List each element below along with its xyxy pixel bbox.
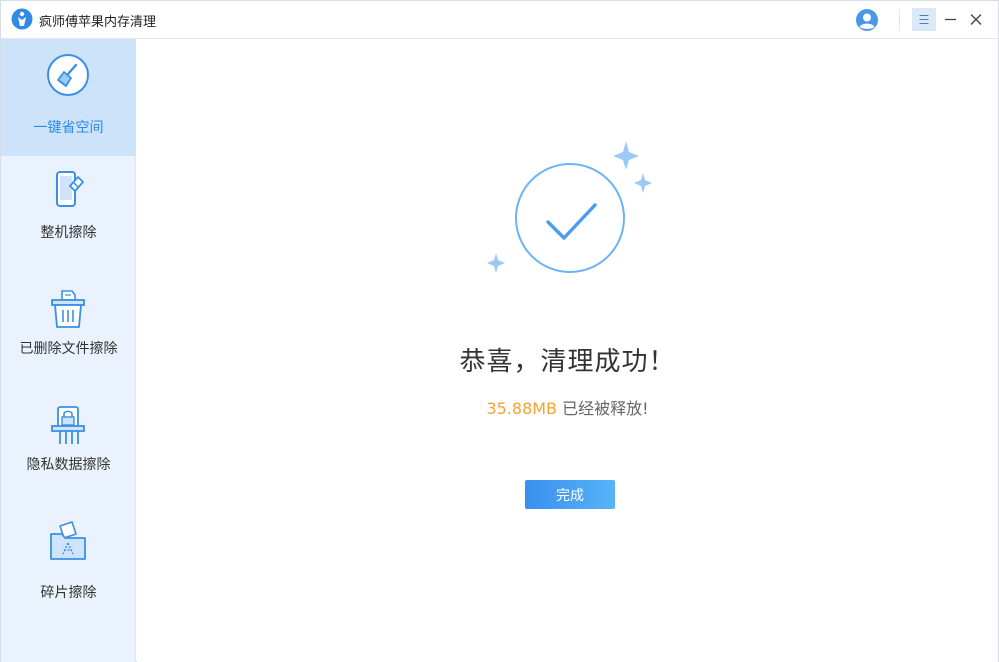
freed-size-value: 35.88MB — [486, 399, 558, 418]
freed-size-suffix: 已经被释放! — [557, 399, 649, 418]
phone-eraser-icon — [56, 171, 84, 207]
sidebar-item-label: 隐私数据擦除 — [26, 457, 111, 473]
sidebar-item-label: 一键省空间 — [33, 120, 104, 136]
sidebar-item-label: 整机擦除 — [40, 225, 97, 241]
menu-button[interactable] — [912, 8, 936, 31]
app-logo-icon — [11, 8, 33, 30]
sidebar-item-fragment-erase[interactable]: 碎片擦除 — [1, 504, 136, 644]
sparkle-icon — [634, 173, 652, 193]
folder-fragment-icon — [50, 521, 86, 560]
sidebar-item-deleted-files-erase[interactable]: 已删除文件擦除 — [1, 272, 136, 388]
sidebar: 一键省空间 整机擦除 已删除文件擦除 隐私数据擦除 碎片擦除 — [1, 39, 136, 662]
success-headline: 恭喜，清理成功！ — [459, 347, 676, 377]
app-title: 疯师傅苹果内存清理 — [39, 15, 157, 30]
sidebar-item-label: 碎片擦除 — [40, 585, 97, 601]
sidebar-item-label: 已删除文件擦除 — [19, 341, 118, 357]
user-icon[interactable] — [855, 8, 879, 32]
titlebar-separator — [899, 9, 900, 31]
menu-icon — [919, 15, 929, 24]
trash-icon — [51, 290, 85, 328]
freed-space-message: 35.88MB 已经被释放! — [137, 395, 998, 419]
main-content: 恭喜，清理成功！ 35.88MB 已经被释放! 完成 — [137, 39, 998, 662]
minimize-icon[interactable] — [941, 8, 961, 31]
title-bar: 疯师傅苹果内存清理 — [1, 1, 998, 39]
lock-shredder-icon — [51, 406, 85, 444]
sidebar-item-device-erase[interactable]: 整机擦除 — [1, 156, 136, 272]
close-icon[interactable] — [966, 8, 986, 31]
sidebar-item-privacy-erase[interactable]: 隐私数据擦除 — [1, 388, 136, 504]
success-check-icon — [487, 141, 652, 273]
app-window: 疯师傅苹果内存清理 一键省空间 整机擦除 已删除文件擦除 隐私数据擦除 碎片擦除… — [0, 0, 999, 662]
sidebar-item-save-space[interactable]: 一键省空间 — [1, 39, 136, 156]
sparkle-icon — [487, 253, 505, 273]
broom-icon — [47, 54, 89, 96]
sparkle-icon — [613, 141, 639, 170]
done-button[interactable]: 完成 — [525, 480, 615, 509]
